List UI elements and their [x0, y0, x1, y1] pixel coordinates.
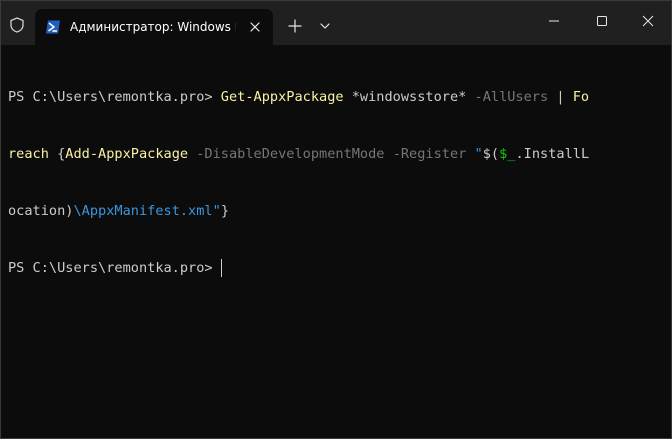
- tab-close-icon[interactable]: [245, 17, 265, 37]
- variable-token: $_: [499, 146, 516, 162]
- command-token: Get-AppxPackage: [220, 89, 344, 105]
- terminal-line-2: reach {Add-AppxPackage -DisableDevelopme…: [8, 145, 671, 164]
- minimize-button[interactable]: [531, 3, 577, 39]
- close-button[interactable]: [625, 3, 671, 39]
- minimize-icon: [549, 20, 559, 22]
- command-token: Fo: [572, 89, 590, 105]
- tab-powershell[interactable]: Администратор: Windows PowerShell: [35, 9, 273, 45]
- parameter-token: -Register: [392, 146, 467, 162]
- prompt: PS C:\Users\remontka.pro>: [8, 260, 213, 276]
- property-token: ocation: [8, 203, 66, 219]
- argument-token: *windowsstore*: [343, 89, 475, 105]
- string-token: ": [474, 146, 483, 162]
- terminal-line-1: PS C:\Users\remontka.pro> Get-AppxPackag…: [8, 88, 671, 107]
- pipe-token: |: [548, 89, 573, 105]
- titlebar: Администратор: Windows PowerShell: [1, 1, 671, 45]
- subexpression-token: $(: [482, 146, 500, 162]
- brace-token: {: [48, 146, 66, 162]
- string-token: \AppxManifest.xml": [73, 203, 221, 219]
- brace-token: }: [220, 203, 229, 219]
- terminal-output[interactable]: PS C:\Users\remontka.pro> Get-AppxPackag…: [1, 45, 671, 438]
- maximize-button[interactable]: [579, 3, 625, 39]
- new-tab-button[interactable]: [284, 15, 306, 37]
- powershell-icon: [45, 19, 61, 35]
- terminal-window: Администратор: Windows PowerShell: [0, 0, 672, 439]
- command-token: Add-AppxPackage: [65, 146, 189, 162]
- terminal-line-4: PS C:\Users\remontka.pro>: [8, 259, 671, 278]
- command-token: reach: [8, 146, 49, 162]
- parameter-token: -AllUsers: [474, 89, 549, 105]
- maximize-icon: [597, 16, 607, 26]
- tab-title: Администратор: Windows PowerShell: [70, 20, 236, 34]
- close-icon: [642, 15, 654, 27]
- parameter-token: -DisableDevelopmentMode: [196, 146, 385, 162]
- terminal-line-3: ocation)\AppxManifest.xml"}: [8, 202, 671, 221]
- tab-dropdown-button[interactable]: [314, 15, 336, 37]
- chevron-down-icon: [320, 23, 330, 29]
- shield-icon: [8, 16, 26, 34]
- property-token: .InstallL: [515, 146, 590, 162]
- plus-icon: [288, 19, 302, 33]
- text-cursor: [220, 259, 222, 277]
- prompt: PS C:\Users\remontka.pro>: [8, 89, 221, 105]
